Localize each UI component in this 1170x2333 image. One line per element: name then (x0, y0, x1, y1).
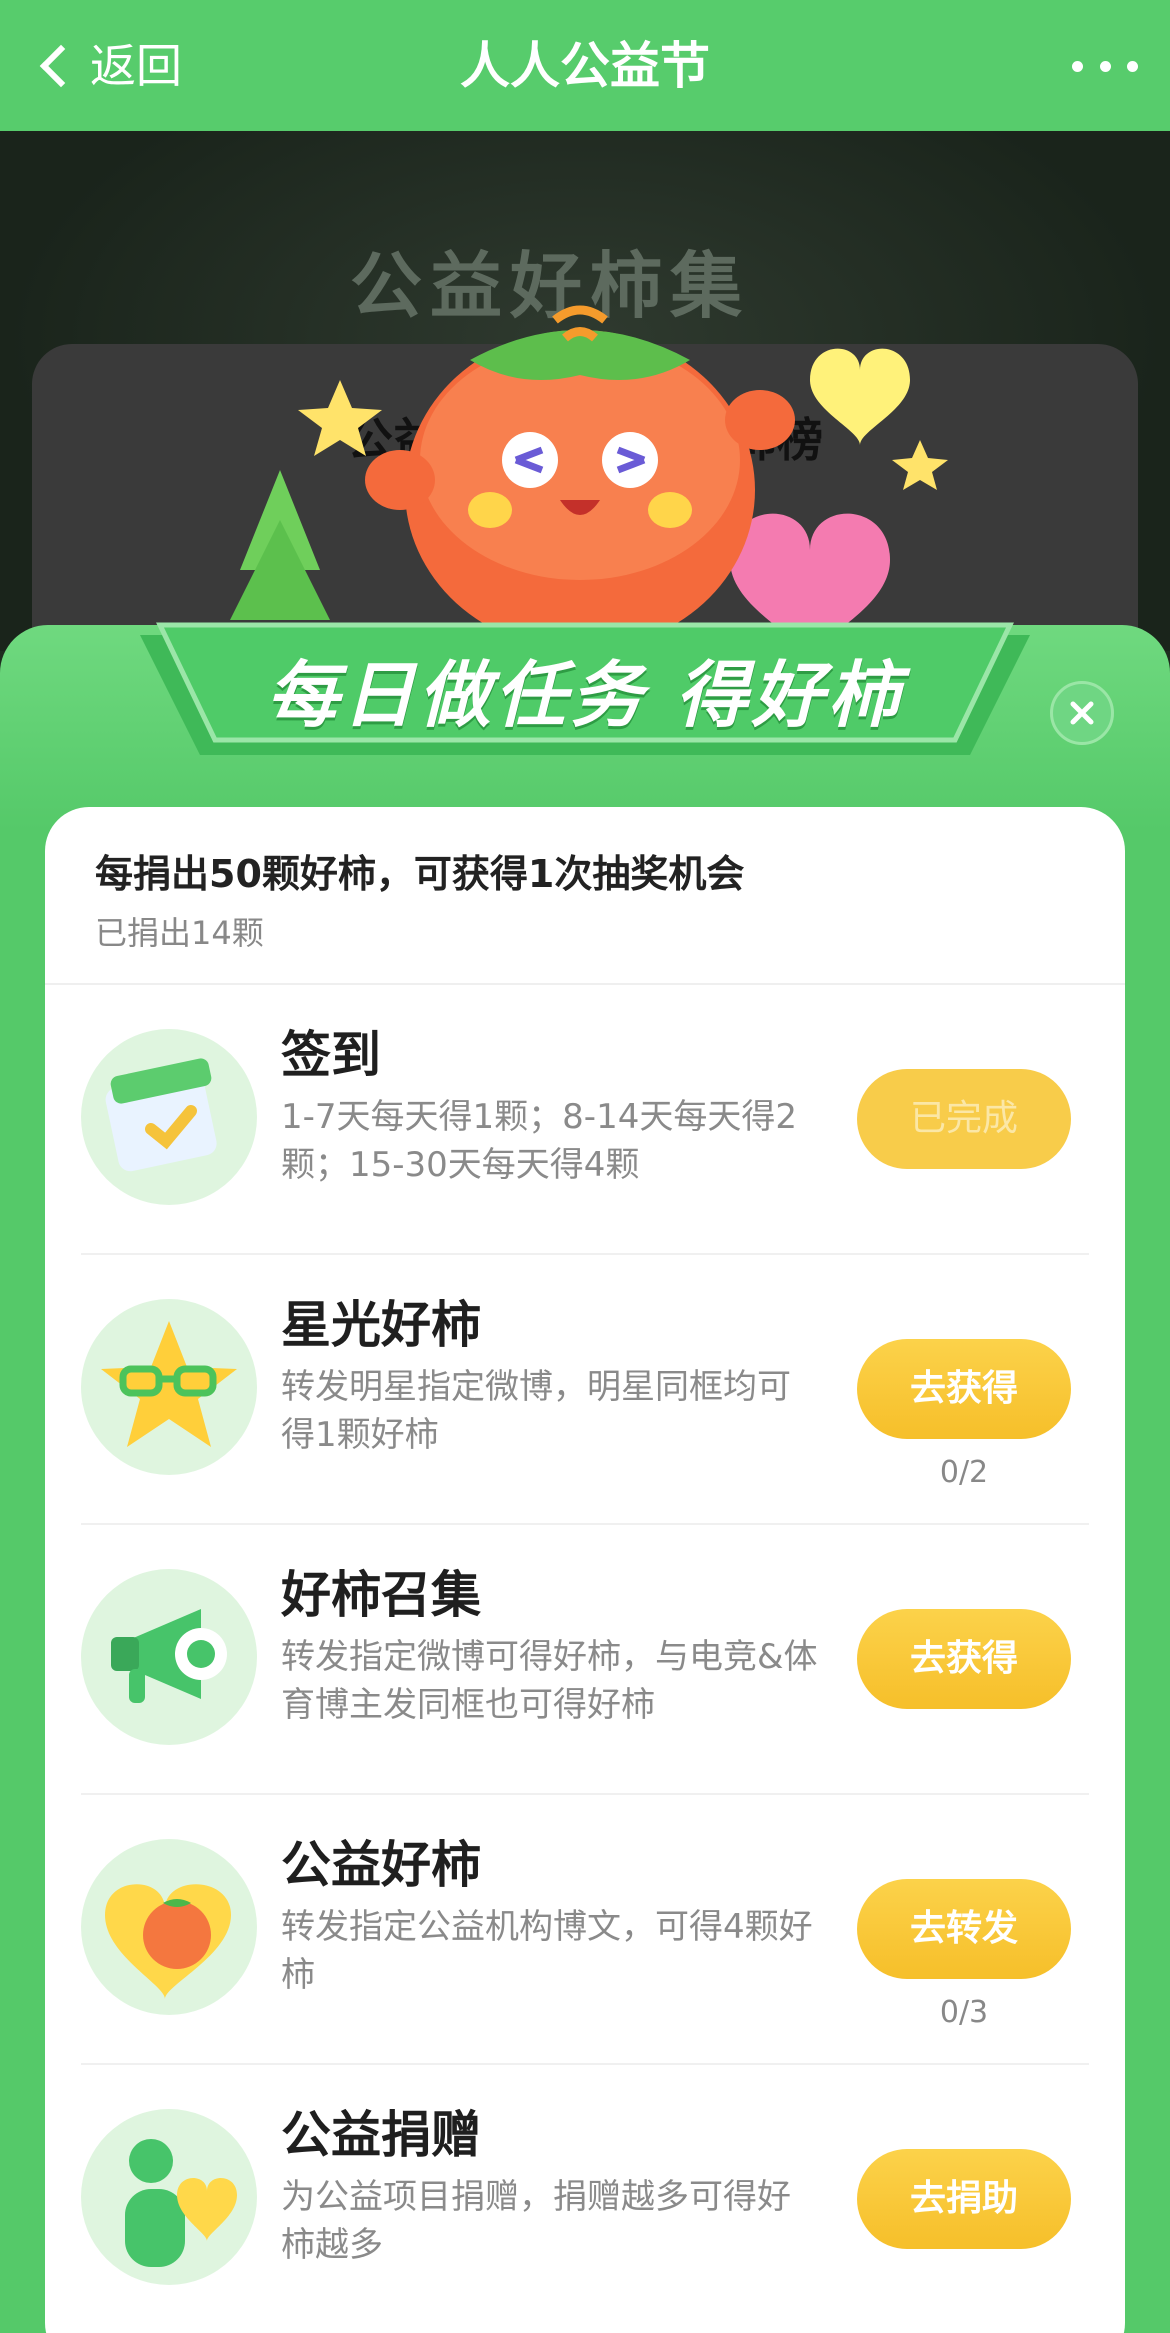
close-icon (1070, 701, 1094, 725)
lottery-rule-text: 每捐出50颗好柿，可获得1次抽奖机会 (95, 852, 745, 896)
task-completed-button[interactable]: 已完成 (857, 1069, 1071, 1169)
task-description: 转发明星指定微博，明星同框均可得1颗好柿 (281, 1367, 791, 1455)
more-menu-button[interactable] (1072, 46, 1138, 86)
task-description: 转发指定微博可得好柿，与电竞&体育博主发同框也可得好柿 (281, 1637, 818, 1725)
task-name: 签到 (281, 1026, 381, 1084)
calendar-check-icon (81, 1029, 257, 1205)
task-item-signin: 签到 1-7天每天得1颗；8-14天每天得2颗；15-30天每天得4颗 已完成 (81, 985, 1089, 1255)
task-description: 1-7天每天得1颗；8-14天每天得2颗；15-30天每天得4颗 (281, 1097, 797, 1185)
task-panel: 每捐出50颗好柿，可获得1次抽奖机会 已捐出14颗 签到 1-7天每天得1颗；8… (45, 807, 1125, 2333)
page-title: 人人公益节 (460, 37, 710, 95)
panel-header: 每捐出50颗好柿，可获得1次抽奖机会 已捐出14颗 (45, 807, 1125, 985)
task-progress: 0/2 (939, 1455, 989, 1490)
dot-icon (1127, 60, 1138, 72)
task-get-button[interactable]: 去获得 (857, 1339, 1071, 1439)
task-name: 公益捐赠 (281, 2106, 481, 2164)
close-button[interactable] (1050, 681, 1114, 745)
megaphone-icon (81, 1569, 257, 1745)
task-get-button[interactable]: 去获得 (857, 1609, 1071, 1709)
task-item-charity: 公益好柿 转发指定公益机构博文，可得4颗好柿 去转发 0/3 (81, 1795, 1089, 2065)
task-description: 为公益项目捐赠，捐赠越多可得好柿越多 (281, 2177, 791, 2265)
daily-task-sheet: 每日做任务 得好柿 每捐出50颗好柿，可获得1次抽奖机会 已捐出14颗 签到 1… (0, 622, 1170, 2333)
task-item-donate: 公益捐赠 为公益项目捐赠，捐赠越多可得好柿越多 去捐助 (81, 2065, 1089, 2333)
donated-count: 已捐出14颗 (95, 914, 264, 952)
task-item-star: 星光好柿 转发明星指定微博，明星同框均可得1颗好柿 去获得 0/2 (81, 1255, 1089, 1525)
task-description: 转发指定公益机构博文，可得4颗好柿 (281, 1907, 813, 1995)
top-nav-bar: 返回 人人公益节 (0, 0, 1170, 131)
task-progress: 0/3 (939, 1995, 989, 2030)
task-name: 好柿召集 (281, 1566, 481, 1624)
dot-icon (1072, 60, 1083, 72)
ribbon-title: 每日做任务 得好柿 (266, 653, 904, 737)
task-name: 星光好柿 (281, 1296, 481, 1354)
dot-icon (1099, 60, 1111, 72)
star-glasses-icon (81, 1299, 257, 1475)
task-share-button[interactable]: 去转发 (857, 1879, 1071, 1979)
heart-persimmon-icon (81, 1839, 257, 2015)
task-item-call: 好柿召集 转发指定微博可得好柿，与电竞&体育博主发同框也可得好柿 去获得 (81, 1525, 1089, 1795)
task-name: 公益好柿 (281, 1836, 481, 1894)
task-donate-button[interactable]: 去捐助 (857, 2149, 1071, 2249)
donor-heart-icon (81, 2109, 257, 2285)
